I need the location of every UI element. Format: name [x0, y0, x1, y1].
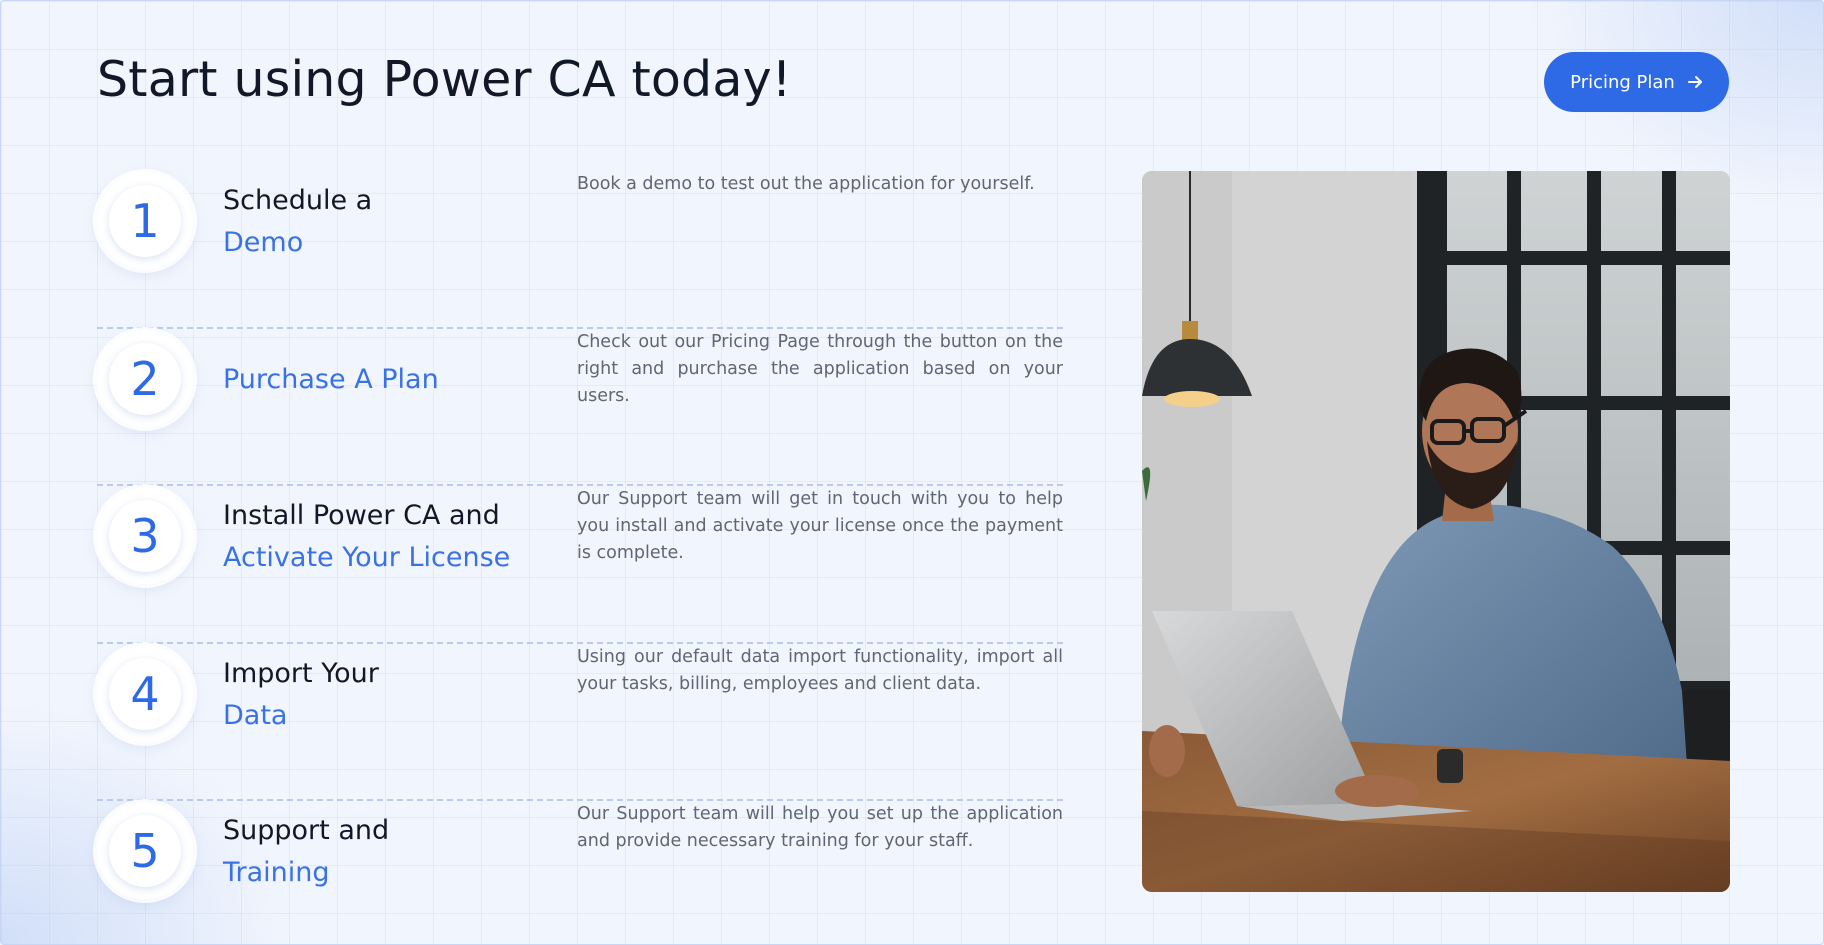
step-title-highlight: Data — [223, 699, 288, 731]
step-description: Check out our Pricing Page through the b… — [577, 331, 1063, 406]
step-number-badge: 3 — [97, 488, 193, 584]
step-item: 5 Support and Training Our Support team … — [97, 801, 1063, 944]
step-item: 1 Schedule a Demo Book a demo to test ou… — [97, 171, 1063, 329]
step-title-highlight: Purchase A Plan — [223, 363, 439, 395]
steps-list: 1 Schedule a Demo Book a demo to test ou… — [97, 171, 1063, 944]
step-number: 3 — [109, 500, 181, 572]
step-number-badge: 4 — [97, 645, 193, 742]
step-title-dark: Import Your — [223, 657, 379, 689]
hero-photo — [1142, 171, 1730, 892]
step-title-highlight: Demo — [223, 227, 304, 258]
step-description: Our Support team will help you set up th… — [577, 804, 1063, 851]
step-description: Our Support team will get in touch with … — [577, 489, 1063, 563]
step-item: 3 Install Power CA and Activate Your Lic… — [97, 486, 1063, 644]
step-title: Install Power CA and Activate Your Licen… — [223, 495, 563, 579]
step-title: Support and Training — [223, 810, 563, 894]
step-number-badge: 2 — [97, 330, 193, 427]
step-number-badge: 1 — [97, 173, 193, 269]
step-number: 1 — [109, 185, 181, 257]
step-title-dark: Install Power CA and — [223, 500, 500, 531]
step-title-highlight: Training — [223, 857, 330, 888]
step-number: 4 — [109, 657, 181, 730]
step-description: Book a demo to test out the application … — [577, 174, 1035, 194]
page-title: Start using Power CA today! — [97, 51, 792, 108]
pricing-plan-button[interactable]: Pricing Plan — [1544, 52, 1729, 112]
step-title-dark: Schedule a — [223, 185, 373, 216]
step-title: Purchase A Plan — [223, 359, 563, 401]
step-title: Schedule a Demo — [223, 180, 563, 264]
step-title-dark: Support and — [223, 815, 390, 846]
pricing-plan-button-label: Pricing Plan — [1570, 71, 1675, 93]
arrow-right-icon — [1687, 74, 1703, 90]
page-frame: Start using Power CA today! Pricing Plan… — [0, 0, 1824, 945]
step-description: Using our default data import functional… — [577, 646, 1063, 694]
step-title: Import Your Data — [223, 653, 563, 737]
step-number-badge: 5 — [97, 803, 193, 899]
step-item: 4 Import Your Data Using our default dat… — [97, 644, 1063, 801]
step-title-highlight: Activate Your License — [223, 542, 511, 573]
step-number: 2 — [109, 342, 181, 415]
step-number: 5 — [109, 815, 181, 887]
step-item: 2 Purchase A Plan Check out our Pricing … — [97, 329, 1063, 486]
